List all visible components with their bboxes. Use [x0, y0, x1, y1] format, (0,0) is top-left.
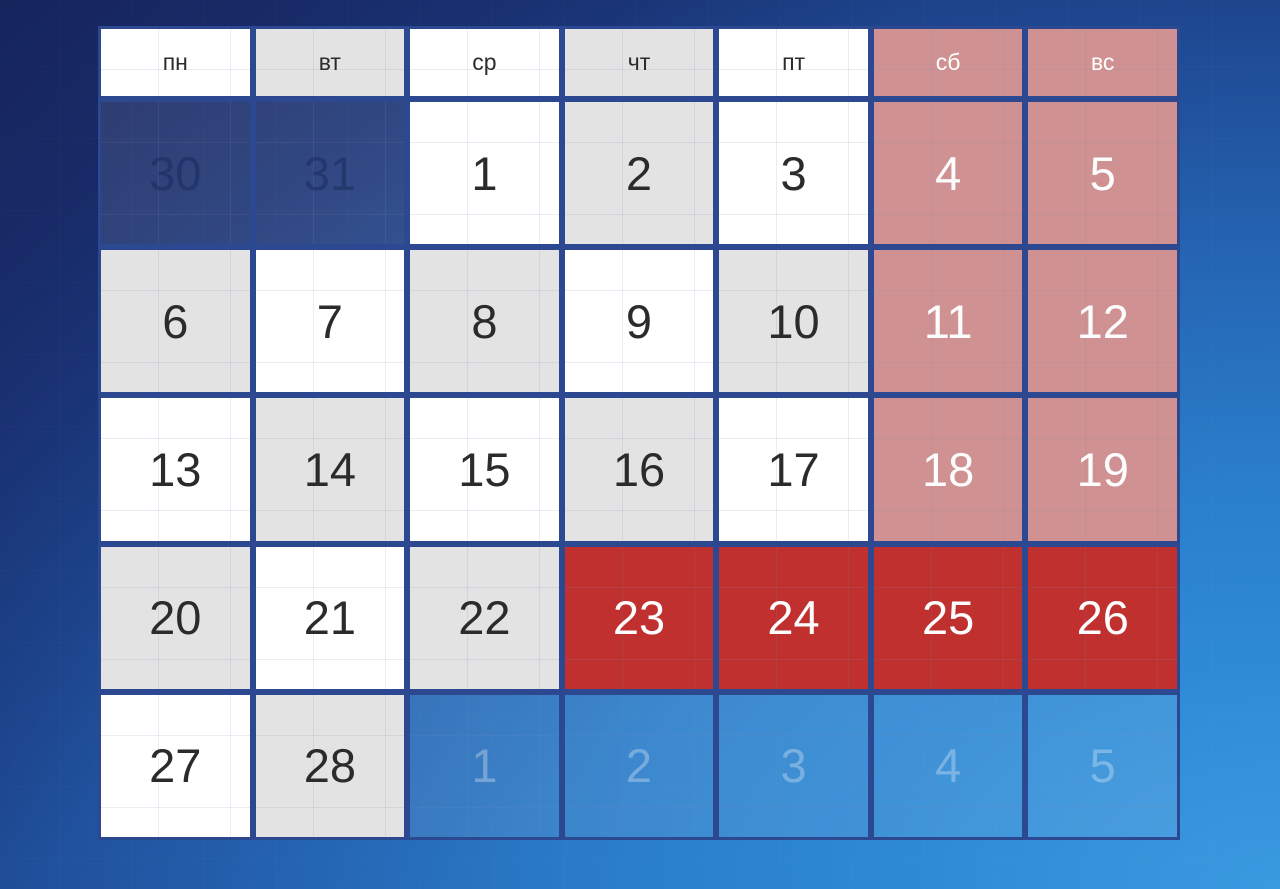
day-cell[interactable]: 5: [1025, 691, 1180, 840]
day-cell[interactable]: 24: [716, 543, 871, 692]
calendar-page: пн вт ср чт пт сб вс 30 31 1 2 3 4 5 6 7 8 9 10 11 12 13 14 15 1…: [0, 0, 1280, 889]
day-number: 2: [625, 739, 653, 793]
day-number: 3: [780, 146, 807, 200]
day-number: 5: [1089, 146, 1116, 200]
weekday-header-label: чт: [627, 49, 651, 75]
day-number: 24: [767, 591, 820, 645]
day-number: 13: [149, 442, 202, 496]
day-number: 1: [471, 739, 498, 793]
day-number: 18: [921, 442, 975, 496]
weekday-header-4: пт: [716, 26, 871, 99]
day-number: 15: [458, 442, 511, 496]
day-number: 1: [471, 146, 498, 200]
day-cell[interactable]: 25: [870, 543, 1026, 692]
day-cell[interactable]: 31: [252, 99, 408, 248]
day-cell[interactable]: 6: [98, 247, 253, 396]
day-number: 22: [458, 591, 511, 645]
weekday-header-label: пн: [162, 49, 188, 75]
day-number: 17: [767, 442, 820, 496]
day-cell[interactable]: 17: [716, 395, 871, 544]
weekday-header-2: ср: [407, 26, 562, 99]
day-cell[interactable]: 2: [561, 99, 717, 248]
day-number: 12: [1076, 294, 1129, 348]
day-number: 6: [162, 294, 189, 348]
day-number: 8: [471, 294, 498, 348]
day-number: 14: [303, 442, 356, 496]
weekday-header-1: вт: [252, 26, 408, 99]
day-cell[interactable]: 14: [252, 395, 408, 544]
day-cell[interactable]: 1: [407, 691, 562, 840]
weekday-header-label: ср: [472, 49, 497, 75]
day-cell[interactable]: 30: [98, 99, 253, 248]
day-number: 28: [303, 739, 356, 793]
day-number: 3: [780, 739, 807, 793]
day-cell[interactable]: 13: [98, 395, 253, 544]
weekday-header-0: пн: [98, 26, 253, 99]
day-number: 9: [625, 294, 653, 348]
day-cell[interactable]: 11: [870, 247, 1026, 396]
day-cell[interactable]: 23: [561, 543, 717, 692]
day-cell[interactable]: 5: [1025, 99, 1180, 248]
month-calendar-grid: пн вт ср чт пт сб вс 30 31 1 2 3 4 5 6 7 8 9 10 11 12 13 14 15 1…: [98, 26, 1180, 840]
weekday-header-label: пт: [782, 49, 806, 75]
day-cell[interactable]: 16: [561, 395, 717, 544]
weekday-header-3: чт: [561, 26, 717, 99]
day-cell[interactable]: 19: [1025, 395, 1180, 544]
day-cell[interactable]: 28: [252, 691, 408, 840]
day-cell[interactable]: 15: [407, 395, 562, 544]
day-cell[interactable]: 4: [870, 691, 1026, 840]
day-number: 27: [149, 739, 202, 793]
day-cell[interactable]: 26: [1025, 543, 1180, 692]
day-number: 10: [767, 294, 820, 348]
day-cell[interactable]: 3: [716, 691, 871, 840]
day-cell[interactable]: 9: [561, 247, 717, 396]
day-number: 25: [921, 591, 975, 645]
day-number: 2: [625, 146, 653, 200]
day-number: 23: [612, 591, 666, 645]
day-cell[interactable]: 2: [561, 691, 717, 840]
day-cell[interactable]: 3: [716, 99, 871, 248]
day-cell[interactable]: 10: [716, 247, 871, 396]
weekday-header-label: вт: [318, 49, 341, 75]
day-number: 11: [923, 294, 973, 348]
day-cell[interactable]: 21: [252, 543, 408, 692]
day-cell[interactable]: 27: [98, 691, 253, 840]
weekday-header-5: сб: [870, 26, 1026, 99]
day-number: 20: [149, 591, 202, 645]
day-number: 4: [935, 739, 962, 793]
day-cell[interactable]: 22: [407, 543, 562, 692]
day-number: 19: [1076, 442, 1129, 496]
day-number: 16: [612, 442, 666, 496]
day-number: 21: [303, 591, 356, 645]
day-number: 26: [1076, 591, 1129, 645]
day-cell[interactable]: 18: [870, 395, 1026, 544]
day-number: 4: [935, 146, 962, 200]
day-number: 7: [316, 294, 343, 348]
weekday-header-6: вс: [1025, 26, 1180, 99]
day-cell[interactable]: 7: [252, 247, 408, 396]
day-cell[interactable]: 8: [407, 247, 562, 396]
day-cell[interactable]: 12: [1025, 247, 1180, 396]
day-cell[interactable]: 1: [407, 99, 562, 248]
day-cell[interactable]: 4: [870, 99, 1026, 248]
weekday-header-label: вс: [1090, 49, 1115, 75]
day-number: 5: [1089, 739, 1116, 793]
day-cell[interactable]: 20: [98, 543, 253, 692]
weekday-header-label: сб: [935, 49, 961, 75]
day-number: 31: [303, 146, 356, 200]
day-number: 30: [149, 146, 202, 200]
